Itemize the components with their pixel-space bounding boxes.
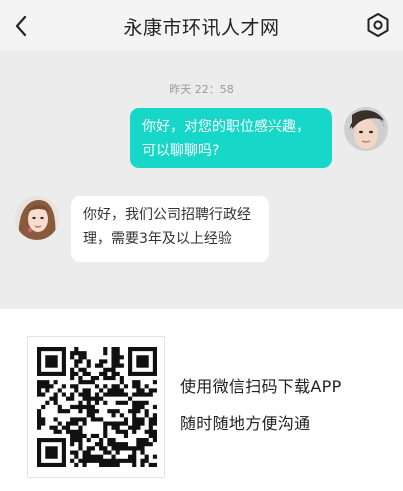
page-title: 永康市环讯人才网: [123, 17, 280, 39]
gear-icon: [367, 13, 389, 37]
qr-code-icon: [37, 347, 157, 467]
female-avatar[interactable]: [15, 196, 59, 240]
male-avatar[interactable]: [344, 107, 388, 151]
promo-line-scan: 使用微信扫码下载APP: [180, 377, 342, 396]
promo-line-convenience: 随时随地方便沟通: [180, 414, 311, 433]
app-download-promo: 使用微信扫码下载APP 随时随地方便沟通: [0, 309, 403, 491]
received-message-bubble[interactable]: 你好，我们公司招聘行政经理，需要3年及以上经验: [71, 196, 269, 262]
settings-button[interactable]: [365, 12, 391, 38]
sent-message-bubble[interactable]: 你好，对您的职位感兴趣，可以聊聊吗?: [130, 108, 332, 168]
chat-area[interactable]: 昨天 22：58 你好，对您的职位感兴趣，可以聊聊吗? 你好，我们公司招聘行政经…: [0, 50, 403, 309]
top-navigation-bar: 永康市环讯人才网: [0, 0, 403, 50]
message-timestamp: 昨天 22：58: [169, 83, 234, 96]
qr-code: [27, 336, 165, 478]
